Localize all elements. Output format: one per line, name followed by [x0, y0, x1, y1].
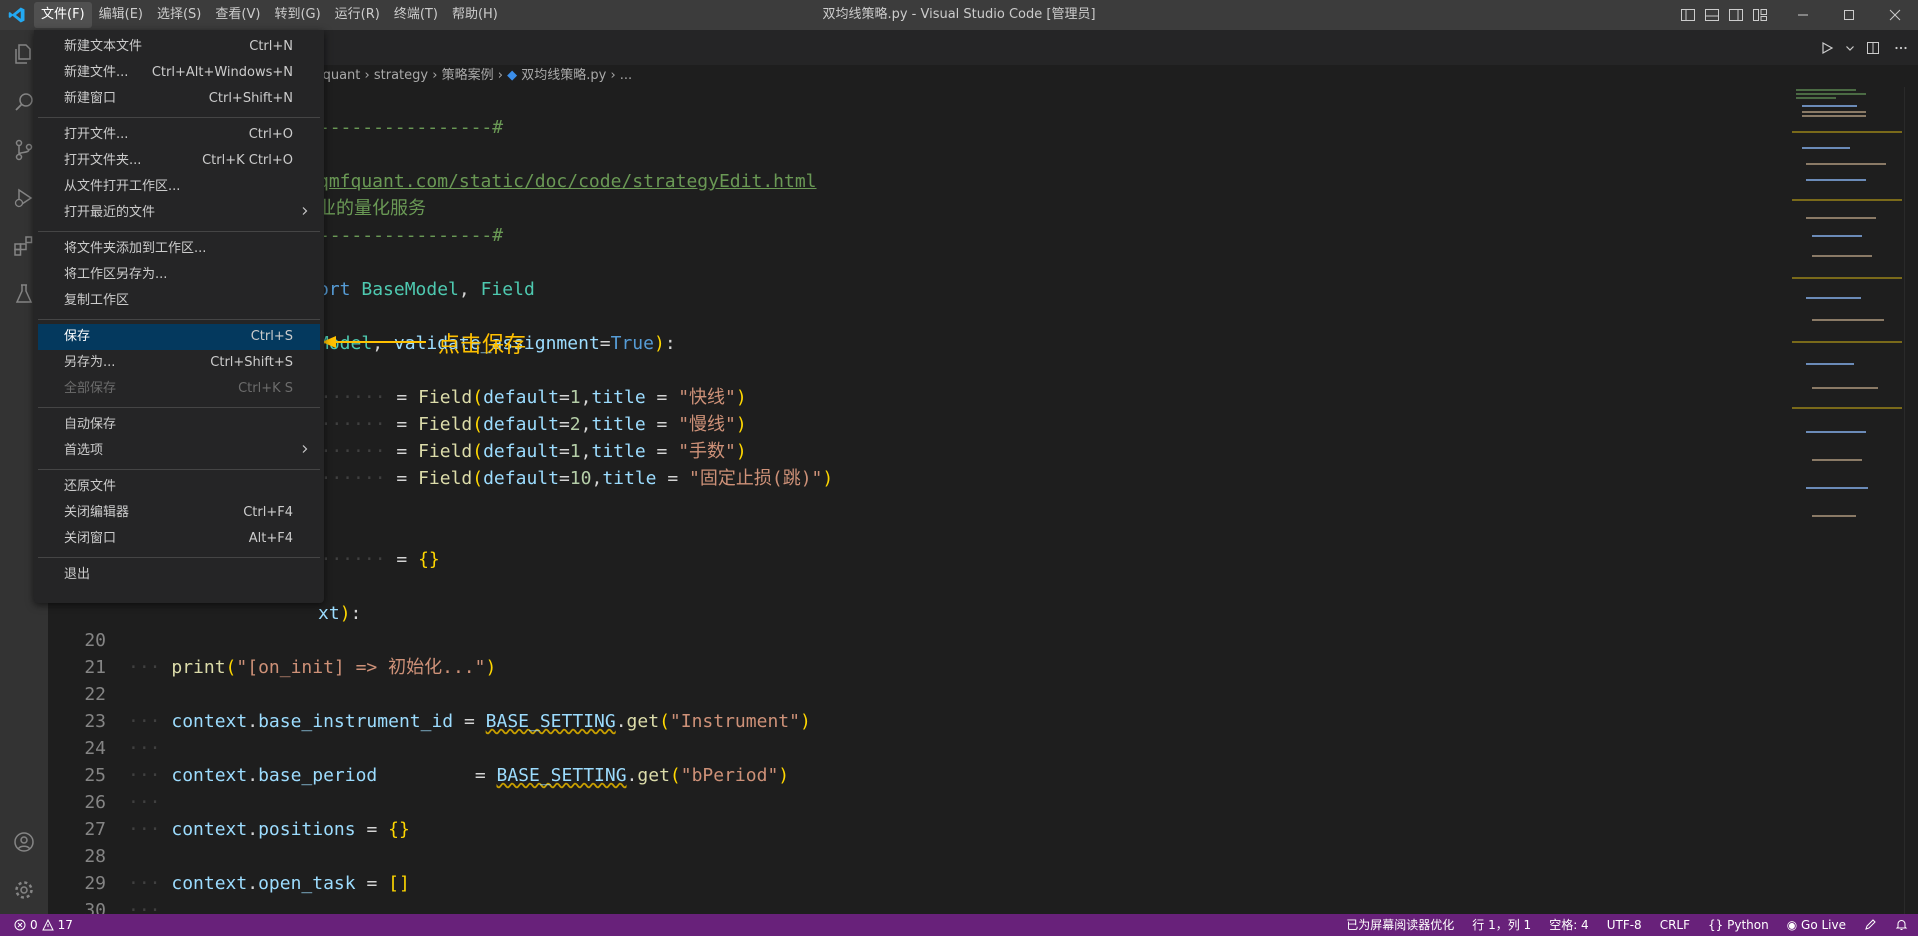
menu-item-open-file[interactable]: 打开文件... Ctrl+O [38, 122, 320, 148]
menu-go[interactable]: 转到(G) [267, 2, 327, 28]
toggle-panel-icon[interactable] [1700, 0, 1724, 30]
menu-bar: 文件(F) 编辑(E) 选择(S) 查看(V) 转到(G) 运行(R) 终端(T… [34, 0, 505, 30]
breadcrumb: fquant › strategy › 策略案例 › ◆ 双均线策略.py › … [48, 65, 1918, 87]
code-line: 25 ··· [84, 765, 161, 813]
customize-layout-icon[interactable] [1748, 0, 1772, 30]
menu-item-auto-save[interactable]: 自动保存 [38, 412, 320, 438]
menu-item-exit[interactable]: 退出 [38, 562, 320, 588]
code-line: 30 ··· context.close_task = [] [84, 900, 106, 914]
menu-item-open-folder[interactable]: 打开文件夹... Ctrl+K Ctrl+O [38, 148, 320, 174]
menu-item-revert-file[interactable]: 还原文件 [38, 474, 320, 500]
menu-item-new-window[interactable]: 新建窗口 Ctrl+Shift+N [38, 86, 320, 112]
menu-item-save-as[interactable]: 另存为... Ctrl+Shift+S [38, 350, 320, 376]
maximize-icon[interactable] [1826, 0, 1872, 30]
close-icon[interactable] [1872, 0, 1918, 30]
breadcrumb-item[interactable]: 双均线策略.py [521, 68, 606, 83]
menu-separator [38, 557, 320, 558]
annotation-text: 点击保存 [438, 333, 527, 358]
code-line: 31 [48, 897, 91, 914]
encoding-status[interactable]: UTF-8 [1607, 914, 1642, 936]
accounts-icon[interactable] [0, 818, 48, 866]
broadcast-icon: ◉ [1786, 918, 1798, 932]
breadcrumb-item[interactable]: fquant [318, 68, 360, 83]
menu-terminal[interactable]: 终端(T) [387, 2, 445, 28]
annotation-arrow-icon [322, 336, 426, 348]
chevron-right-icon: › [432, 68, 442, 83]
menu-item-open-recent[interactable]: 打开最近的文件 [38, 200, 320, 226]
chevron-right-icon: › [610, 68, 620, 83]
code-line: 20 ··· print("[on_init] => 初始化...") [84, 630, 497, 678]
menu-item-save[interactable]: 保存 Ctrl+S [38, 324, 320, 350]
error-count: 0 [30, 918, 38, 932]
chevron-right-icon: › [364, 68, 374, 83]
menu-run[interactable]: 运行(R) [328, 2, 387, 28]
menu-item-new-file[interactable]: 新建文件... Ctrl+Alt+Windows+N [38, 60, 320, 86]
menu-item-new-text-file[interactable]: 新建文本文件 Ctrl+N [38, 34, 320, 60]
code-line: 21 [84, 657, 106, 678]
settings-gear-icon[interactable] [0, 866, 48, 914]
chevron-right-icon [300, 200, 310, 226]
braces-icon: {} [1708, 918, 1724, 932]
file-menu-dropdown: 新建文本文件 Ctrl+N 新建文件... Ctrl+Alt+Windows+N 新… [34, 30, 324, 603]
eol-status[interactable]: CRLF [1660, 914, 1690, 936]
minimap[interactable] [1792, 87, 1902, 914]
menu-file[interactable]: 文件(F) [34, 2, 92, 28]
menu-view[interactable]: 查看(V) [208, 2, 267, 28]
menu-item-preferences[interactable]: 首选项 [38, 438, 320, 464]
minimize-icon[interactable] [1780, 0, 1826, 30]
menu-separator [38, 231, 320, 232]
warning-icon [41, 914, 54, 936]
feedback-icon[interactable] [1864, 914, 1877, 936]
menu-separator [38, 407, 320, 408]
code-line: 29 ··· [84, 873, 161, 914]
toggle-primary-sidebar-icon[interactable] [1676, 0, 1700, 30]
python-file-icon: ◆ [507, 68, 518, 83]
split-editor-icon[interactable] [1862, 41, 1884, 55]
menu-item-save-all[interactable]: 全部保存 Ctrl+K S [38, 376, 320, 402]
code-line: 26 ··· context.positions = {} [84, 792, 410, 840]
code-line: 24 ··· context.base_period = BASE_SETTIN… [84, 738, 790, 786]
menu-item-add-folder-to-workspace[interactable]: 将文件夹添加到工作区... [38, 236, 320, 262]
menu-item-close-editor[interactable]: 关闭编辑器 Ctrl+F4 [38, 500, 320, 526]
go-live-button[interactable]: ◉ Go Live [1787, 914, 1846, 936]
menu-item-duplicate-workspace[interactable]: 复制工作区 [38, 288, 320, 314]
language-mode[interactable]: {} Python [1708, 914, 1769, 936]
code-line: 22 ··· context.base_instrument_id = BASE… [84, 684, 811, 732]
title-bar: 文件(F) 编辑(E) 选择(S) 查看(V) 转到(G) 运行(R) 终端(T… [0, 0, 1918, 30]
run-python-file-icon[interactable] [1816, 41, 1838, 55]
cursor-position[interactable]: 行 1，列 1 [1472, 914, 1531, 936]
code-line: 23 ··· [84, 711, 161, 759]
chevron-down-icon[interactable] [1844, 43, 1856, 53]
menu-item-close-window[interactable]: 关闭窗口 Alt+F4 [38, 526, 320, 552]
menu-separator [38, 469, 320, 470]
problems-indicator[interactable]: 0 17 [14, 914, 73, 936]
notifications-bell-icon[interactable] [1895, 914, 1908, 936]
breadcrumb-item[interactable]: 策略案例 [442, 68, 494, 83]
menu-separator [38, 319, 320, 320]
error-icon [14, 914, 26, 936]
screen-reader-status[interactable]: 已为屏幕阅读器优化 [1346, 914, 1454, 936]
menu-edit[interactable]: 编辑(E) [92, 2, 150, 28]
menu-item-save-workspace-as[interactable]: 将工作区另存为... [38, 262, 320, 288]
warning-count: 17 [57, 918, 73, 932]
menu-item-open-workspace[interactable]: 从文件打开工作区... [38, 174, 320, 200]
menu-help[interactable]: 帮助(H) [445, 2, 505, 28]
chevron-right-icon: › [497, 68, 508, 83]
chevron-right-icon [300, 438, 310, 464]
menu-selection[interactable]: 选择(S) [150, 2, 208, 28]
vertical-scrollbar[interactable] [1904, 87, 1918, 914]
breadcrumb-item[interactable]: strategy [374, 68, 428, 83]
menu-separator [38, 117, 320, 118]
tab-bar [48, 30, 1918, 65]
code-line: 27 [84, 819, 106, 840]
status-bar: 0 17 已为屏幕阅读器优化 行 1，列 1 空格: 4 UTF-8 CRLF … [0, 914, 1918, 936]
vscode-logo-icon [0, 0, 34, 30]
breadcrumb-item[interactable]: ... [620, 68, 632, 83]
toggle-secondary-sidebar-icon[interactable] [1724, 0, 1748, 30]
more-actions-icon[interactable] [1890, 41, 1912, 55]
indentation-status[interactable]: 空格: 4 [1549, 914, 1589, 936]
code-line: 28 ··· context.open_task = [] [84, 846, 410, 894]
